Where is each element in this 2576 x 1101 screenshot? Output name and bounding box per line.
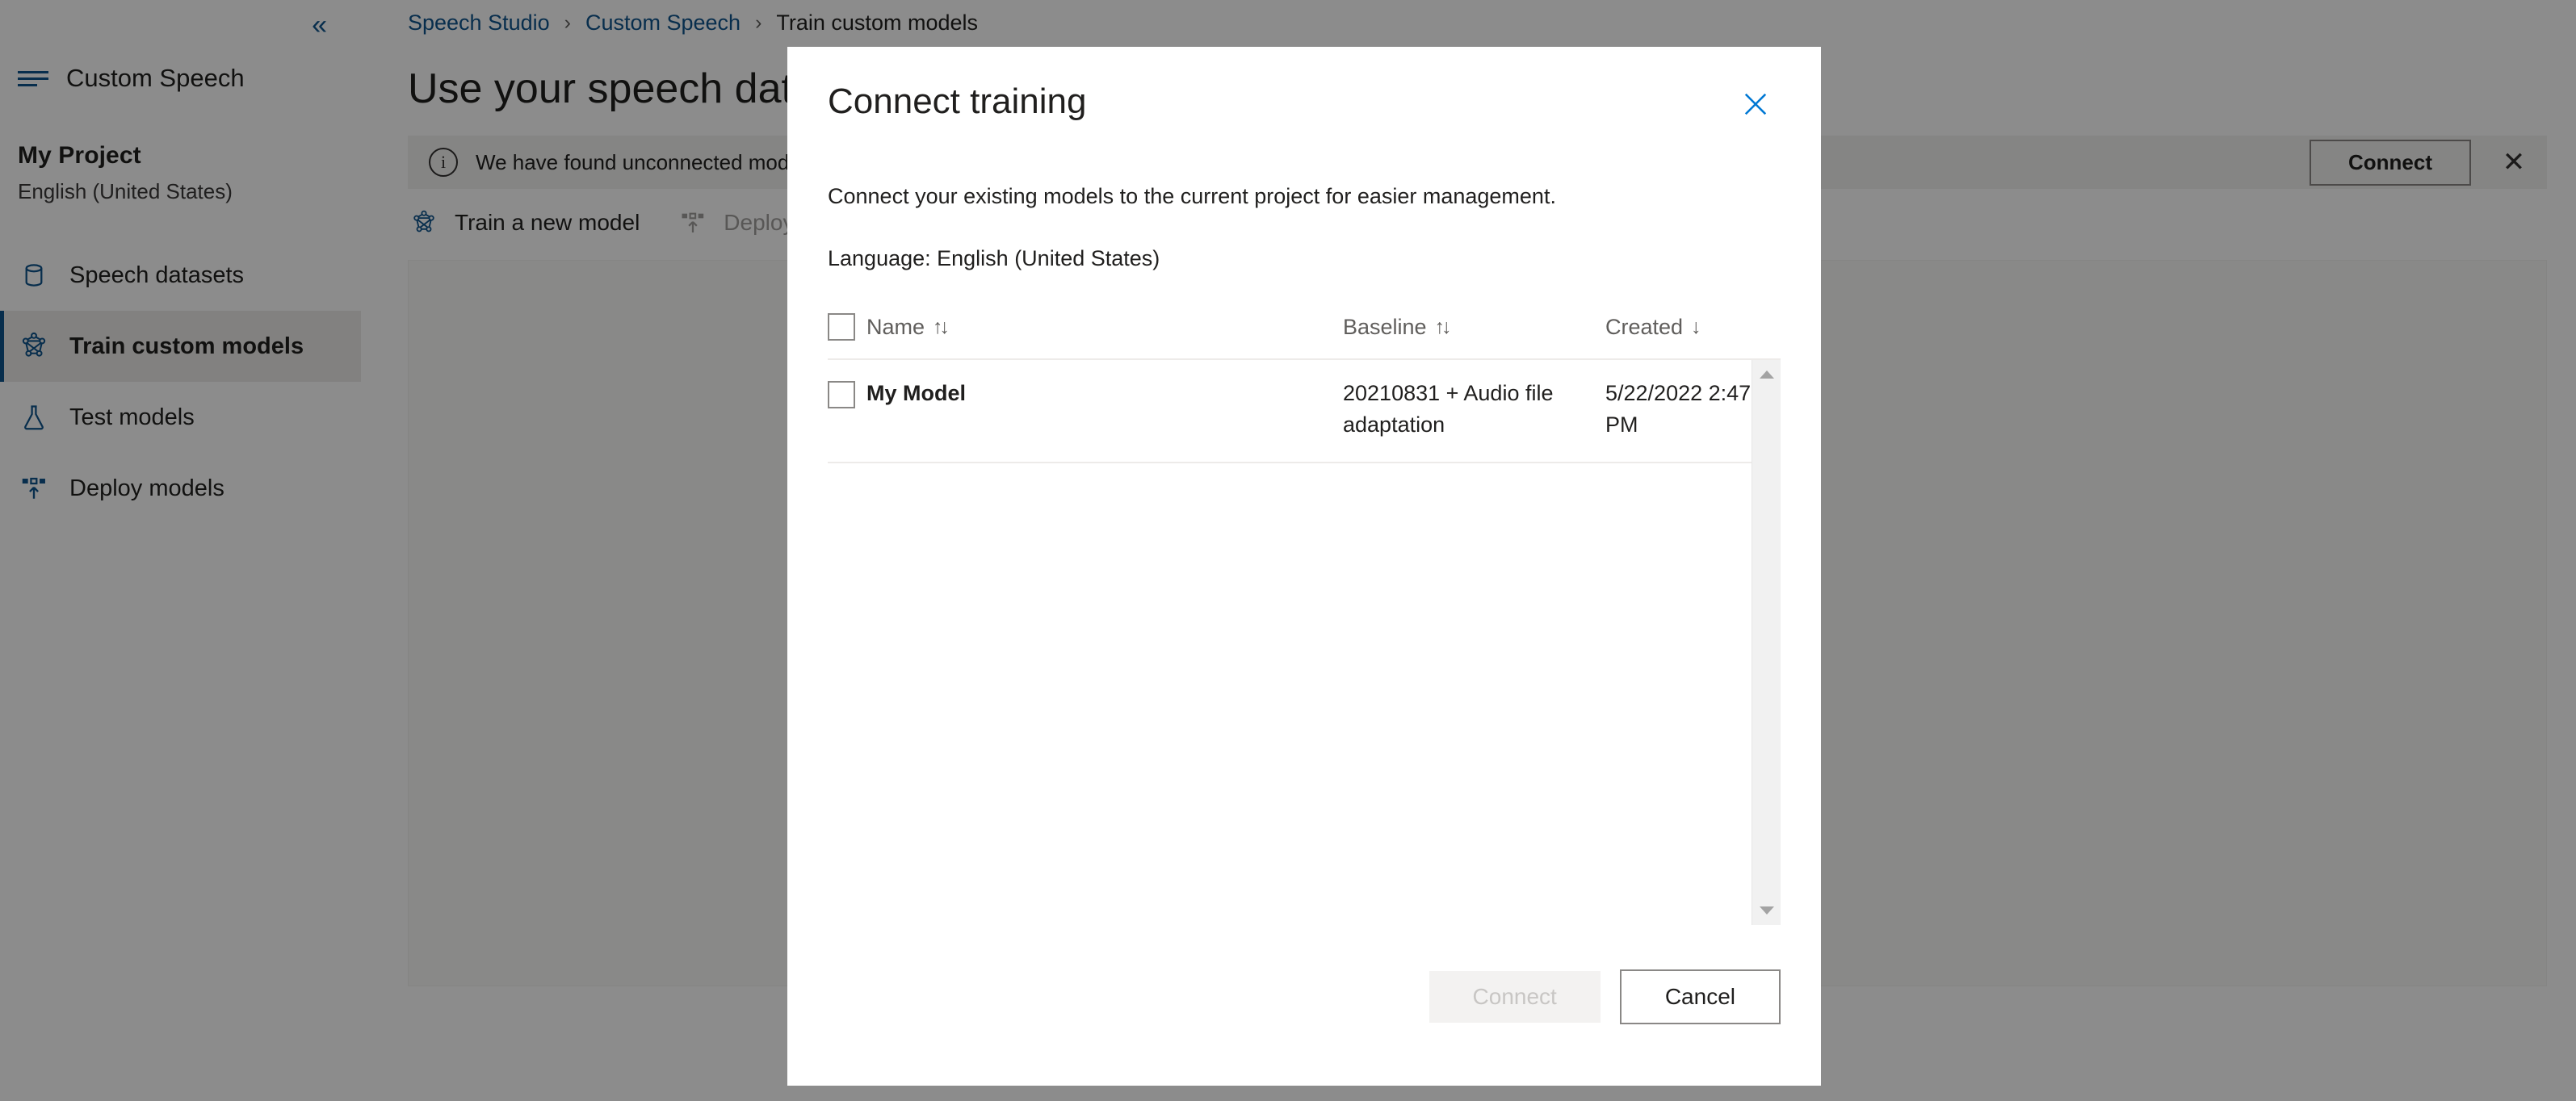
dialog-title: Connect training bbox=[828, 82, 1087, 121]
cell-created: 5/22/2022 2:47 PM bbox=[1605, 381, 1752, 437]
models-table: Name ↑↓ Baseline ↑↓ Created ↓ My Model 2… bbox=[828, 313, 1781, 925]
select-all-cell bbox=[828, 313, 866, 341]
cell-baseline: 20210831 + Audio file adaptation bbox=[1343, 381, 1554, 437]
dialog-connect-button[interactable]: Connect bbox=[1429, 971, 1601, 1023]
row-select-cell bbox=[828, 378, 866, 408]
table-scrollbar[interactable] bbox=[1752, 360, 1781, 925]
scroll-down-arrow-icon[interactable] bbox=[1752, 896, 1781, 925]
dialog-cancel-button[interactable]: Cancel bbox=[1619, 969, 1781, 1024]
column-header-created[interactable]: Created ↓ bbox=[1605, 315, 1781, 340]
sort-icon: ↓ bbox=[1691, 315, 1701, 338]
column-header-name-label: Name bbox=[866, 314, 925, 339]
column-header-created-label: Created bbox=[1605, 314, 1684, 339]
close-icon[interactable] bbox=[1731, 79, 1781, 129]
select-all-checkbox[interactable] bbox=[828, 313, 855, 341]
cell-name: My Model bbox=[866, 381, 967, 405]
dialog-header: Connect training bbox=[828, 47, 1781, 129]
table-header-row: Name ↑↓ Baseline ↑↓ Created ↓ bbox=[828, 313, 1781, 360]
table-body: My Model 20210831 + Audio file adaptatio… bbox=[828, 360, 1781, 925]
page-root: « Custom Speech My Project English (Unit… bbox=[0, 0, 2576, 1101]
table-scroll-area: My Model 20210831 + Audio file adaptatio… bbox=[828, 360, 1752, 925]
row-checkbox[interactable] bbox=[828, 381, 855, 408]
table-row[interactable]: My Model 20210831 + Audio file adaptatio… bbox=[828, 360, 1752, 464]
sort-icon: ↑↓ bbox=[1434, 315, 1452, 338]
scroll-up-arrow-icon[interactable] bbox=[1752, 360, 1781, 389]
column-header-baseline-label: Baseline bbox=[1343, 314, 1427, 339]
dialog-footer: Connect Cancel bbox=[828, 969, 1781, 1086]
dialog-language-line: Language: English (United States) bbox=[828, 246, 1160, 270]
sort-icon: ↑↓ bbox=[933, 315, 950, 338]
connect-training-dialog: Connect training Connect your existing m… bbox=[787, 47, 1821, 1086]
dialog-description: Connect your existing models to the curr… bbox=[828, 184, 1556, 208]
column-header-baseline[interactable]: Baseline ↑↓ bbox=[1343, 315, 1605, 340]
column-header-name[interactable]: Name ↑↓ bbox=[866, 315, 1343, 340]
